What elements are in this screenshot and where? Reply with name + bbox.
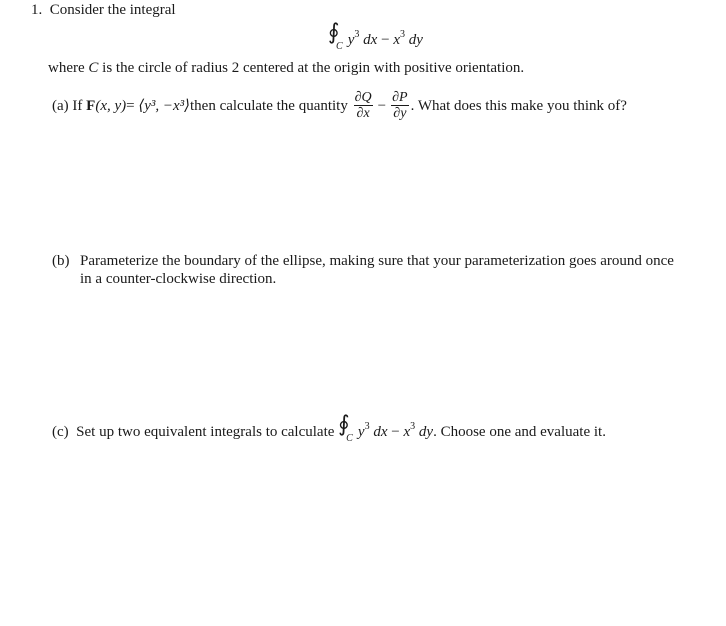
fraction-dP-dy: ∂P ∂y bbox=[391, 90, 409, 121]
problem-intro: Consider the integral bbox=[49, 2, 176, 18]
vector-field: ⟨y³, −x³⟩ bbox=[138, 97, 190, 114]
contour-integral-symbol: ∮ C bbox=[328, 20, 343, 53]
contour-integral-symbol-inline: ∮ C bbox=[338, 412, 353, 445]
part-a: (a) If F (x, y) = ⟨y³, −x³⟩ then calculat… bbox=[52, 90, 627, 121]
part-b-label: (b) bbox=[52, 253, 70, 269]
where-statement: where C is the circle of radius 2 center… bbox=[48, 60, 525, 76]
part-c-label: (c) bbox=[52, 424, 69, 440]
part-b-line2: in a counter-clockwise direction. bbox=[80, 271, 277, 287]
problem-number: 1. bbox=[31, 2, 43, 18]
fraction-dQ-dx: ∂Q ∂x bbox=[353, 90, 373, 121]
part-b: (b) bbox=[52, 252, 70, 270]
problem-header: 1. Consider the integral bbox=[31, 1, 176, 19]
part-a-label: (a) bbox=[52, 97, 69, 114]
part-b-line1: Parameterize the boundary of the ellipse… bbox=[80, 253, 674, 269]
part-c: (c) Set up two equivalent integrals to c… bbox=[52, 412, 606, 445]
display-integral: ∮ C y3 dx − x3 dy bbox=[328, 20, 423, 53]
